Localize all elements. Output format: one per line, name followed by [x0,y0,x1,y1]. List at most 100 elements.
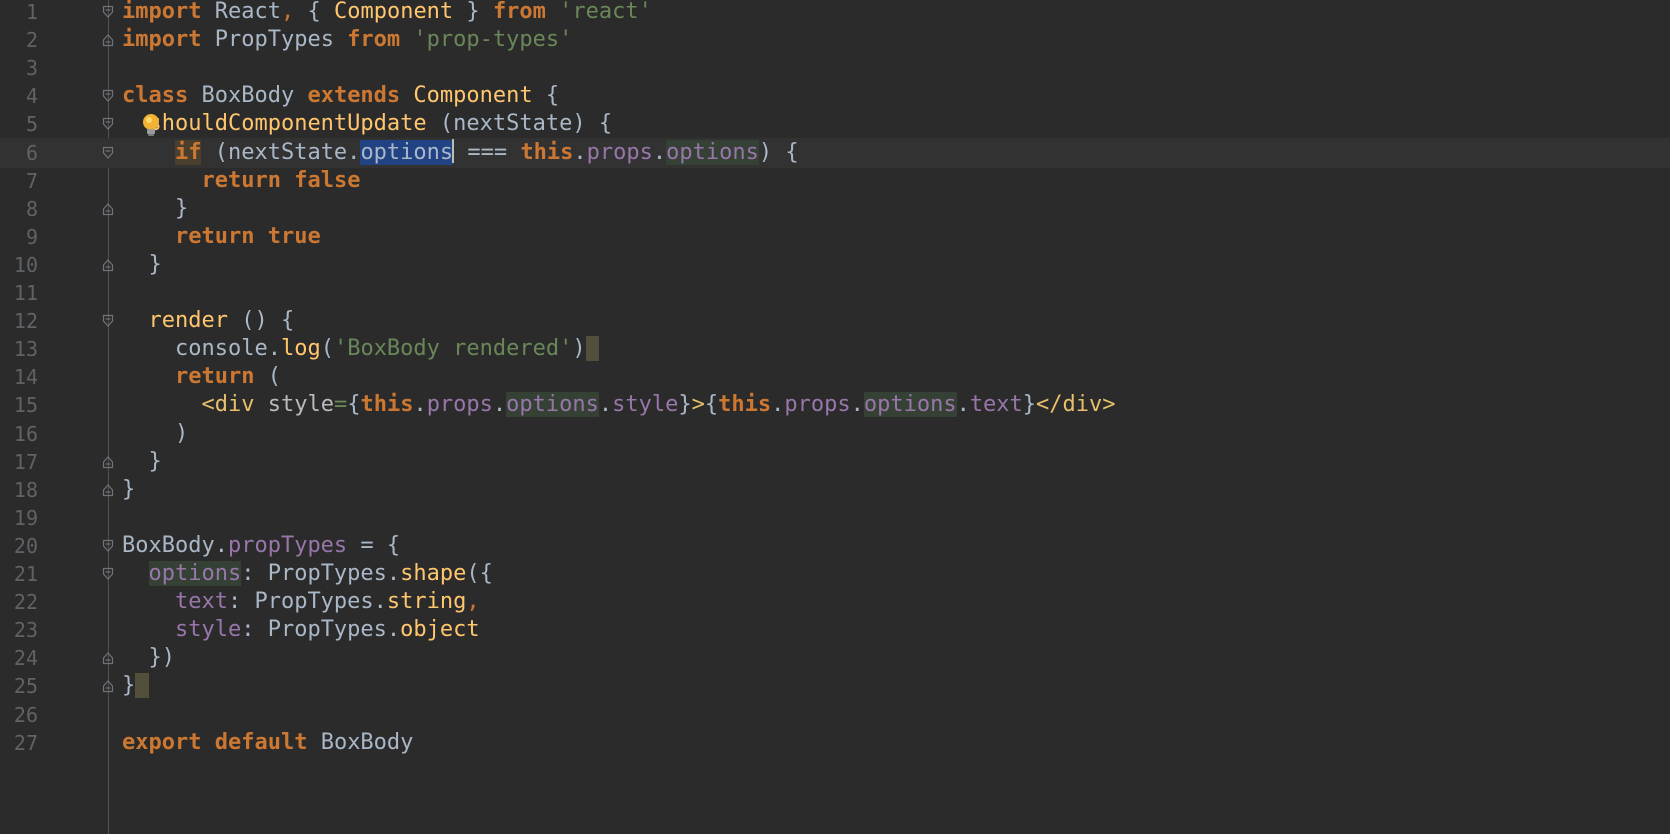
code-token: this [520,139,574,165]
code-line[interactable]: 15 <div style={this.props.options.style}… [0,390,1670,420]
code-text[interactable]: import PropTypes from 'prop-types' [122,25,572,55]
code-text[interactable]: import React, { Component } from 'react' [122,0,652,27]
code-text[interactable]: } [122,250,161,280]
code-line[interactable]: 17 } [0,447,1670,477]
code-text[interactable]: ) [122,419,188,449]
code-line[interactable]: 12 render () { [0,306,1670,336]
line-number: 13 [13,337,38,362]
code-line[interactable]: 19 [0,503,1670,533]
code-text[interactable]: return true [122,222,321,252]
code-text[interactable]: console.log('BoxBody rendered') [122,334,599,364]
code-line[interactable]: 14 return ( [0,362,1670,392]
fold-expand-icon[interactable] [102,5,114,19]
code-text[interactable]: export default BoxBody [122,728,413,758]
code-token: export [122,729,202,755]
code-line[interactable]: 2 import PropTypes from 'prop-types' [0,25,1670,55]
code-token: props [784,392,851,418]
code-token: }) [122,645,175,671]
code-text[interactable]: <div style={this.props.options.style}>{t… [122,390,1116,420]
code-token: } [122,476,136,502]
code-text[interactable]: } [122,475,135,505]
code-line[interactable]: 23 style: PropTypes.object [0,615,1670,645]
code-token: extends [307,83,401,109]
code-line[interactable]: 27 export default BoxBody [0,728,1670,758]
code-line[interactable]: 7 return false [0,166,1670,196]
code-text[interactable]: } [122,194,188,224]
code-text[interactable]: } [122,447,161,477]
line-number: 6 [25,140,38,165]
fold-end-icon[interactable] [102,202,114,216]
code-line[interactable]: 3 [0,53,1670,83]
fold-end-icon[interactable] [102,651,114,665]
intention-lightbulb-icon[interactable] [140,112,162,138]
code-text[interactable]: text: PropTypes.string, [122,587,480,617]
code-line[interactable]: 16 ) [0,419,1670,449]
code-line[interactable]: 25} [0,671,1670,701]
fold-expand-icon[interactable] [102,89,114,103]
code-token: BoxBody [307,729,414,755]
fold-end-icon[interactable] [102,455,114,469]
fold-expand-icon[interactable] [102,567,114,581]
code-line[interactable]: 4 class BoxBody extends Component { [0,81,1670,111]
code-line[interactable]: 26 [0,700,1670,730]
line-number: 26 [13,702,38,727]
code-token: string [386,589,467,615]
code-line[interactable]: 8 } [0,194,1670,224]
code-token: . [573,139,587,165]
fold-expand-icon[interactable] [102,146,114,160]
code-text[interactable]: if (nextState.options === this.props.opt… [122,138,799,168]
code-line[interactable]: 11 [0,278,1670,308]
code-token: <div [201,392,255,418]
fold-end-icon[interactable] [102,258,114,272]
fold-end-icon[interactable] [102,33,114,47]
code-token: . [598,392,613,418]
code-line[interactable]: 6 if (nextState.options === this.props.o… [0,137,1670,168]
code-text[interactable]: class BoxBody extends Component { [122,81,559,111]
code-text[interactable]: } [122,671,149,701]
code-text[interactable]: style: PropTypes.object [122,615,480,645]
code-line[interactable]: 9 return true [0,222,1670,252]
code-line[interactable]: 22 text: PropTypes.string, [0,587,1670,617]
code-text[interactable]: return ( [122,362,281,392]
code-token: return [174,364,255,390]
code-text[interactable]: BoxBody.propTypes = { [122,531,400,561]
code-text[interactable]: options: PropTypes.shape({ [122,559,493,589]
code-editor[interactable]: 1 import React, { Component } from 'react… [0,0,1670,834]
code-token: true [267,223,321,249]
code-text[interactable]: shouldComponentUpdate (nextState) { [122,109,613,139]
code-token: if [174,139,202,165]
fold-end-icon[interactable] [102,483,114,497]
code-line[interactable]: 21 options: PropTypes.shape({ [0,559,1670,589]
line-number: 21 [13,562,38,586]
code-token: log [280,336,321,362]
code-text[interactable]: }) [122,643,175,673]
code-text[interactable]: return false [122,166,360,196]
fold-expand-icon[interactable] [102,117,114,131]
code-token: text [174,589,228,615]
code-token: import [122,0,202,24]
code-line[interactable]: 10 } [0,250,1670,280]
fold-expand-icon[interactable] [102,314,114,328]
code-line[interactable]: 18} [0,475,1670,505]
code-line[interactable]: 1 import React, { Component } from 'react… [0,0,1670,27]
code-line[interactable]: 20 BoxBody.propTypes = { [0,531,1670,561]
code-text[interactable]: render () { [122,306,295,336]
code-line[interactable]: 5 shouldComponentUpdate (nextState) { [0,109,1670,139]
fold-expand-icon[interactable] [102,539,114,553]
code-line[interactable]: 13 console.log('BoxBody rendered') [0,334,1670,364]
code-token: > [691,392,705,418]
code-token: BoxBody [188,83,308,109]
code-line[interactable]: 24 }) [0,643,1670,673]
code-token: ( [320,336,334,362]
code-token: } [678,392,692,418]
code-token: ({ [466,561,493,586]
line-number: 8 [25,196,38,221]
fold-end-icon[interactable] [102,679,114,693]
line-number: 4 [25,84,38,109]
